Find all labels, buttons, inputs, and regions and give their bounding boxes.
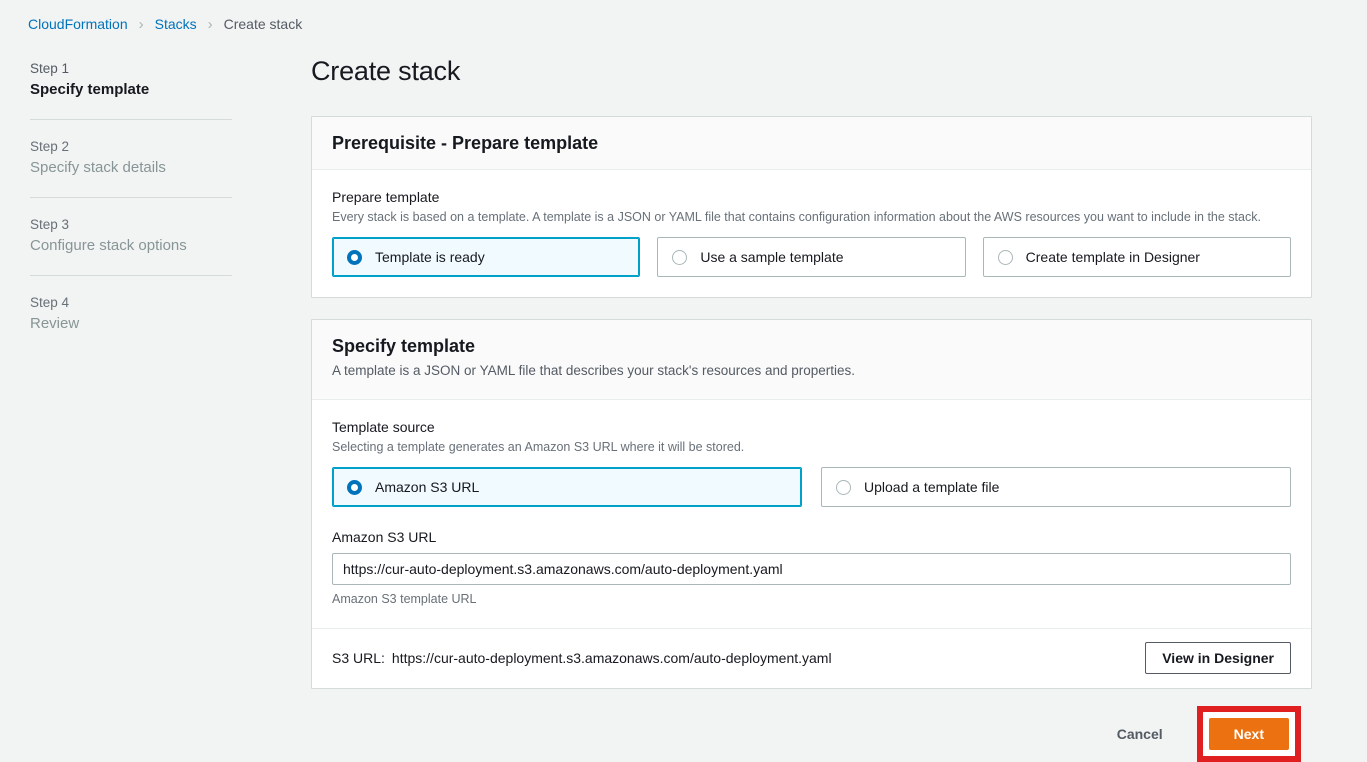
step-4-label: Review [30,314,232,334]
specify-template-card-title: Specify template [332,335,1291,357]
step-1-label: Specify template [30,80,232,100]
designer-row: S3 URL: https://cur-auto-deployment.s3.am… [312,628,1311,688]
prerequisite-card-body: Prepare template Every stack is based on… [312,170,1311,297]
prerequisite-card: Prerequisite - Prepare template Prepare … [311,116,1312,298]
template-source-radio-group: Amazon S3 URL Upload a template file [332,467,1291,507]
radio-tile-template-is-ready-label: Template is ready [375,248,485,266]
amazon-s3-url-label: Amazon S3 URL [332,528,1291,546]
step-2-label: Specify stack details [30,158,232,178]
step-3-number: Step 3 [30,216,232,234]
step-divider [30,119,232,120]
amazon-s3-url-hint: Amazon S3 template URL [332,591,1291,608]
breadcrumb-item-cloudformation[interactable]: CloudFormation [28,16,128,32]
chevron-right-icon: › [139,17,144,32]
radio-tile-amazon-s3-url[interactable]: Amazon S3 URL [332,467,802,507]
breadcrumb-item-stacks[interactable]: Stacks [155,16,197,32]
s3-url-readonly: S3 URL: https://cur-auto-deployment.s3.am… [332,648,832,668]
prerequisite-card-title: Prerequisite - Prepare template [332,132,1291,154]
next-button[interactable]: Next [1209,718,1289,750]
radio-icon-selected[interactable] [347,480,362,495]
radio-tile-create-template-in-designer[interactable]: Create template in Designer [983,237,1291,277]
radio-tile-use-sample-template-label: Use a sample template [700,248,843,266]
step-4-number: Step 4 [30,294,232,312]
s3-url-value: https://cur-auto-deployment.s3.amazonaws… [392,650,832,666]
radio-tile-upload-template-file[interactable]: Upload a template file [821,467,1291,507]
sidebar-step-1[interactable]: Step 1 Specify template [30,60,232,100]
radio-icon-unselected[interactable] [836,480,851,495]
step-divider [30,275,232,276]
specify-template-card: Specify template A template is a JSON or… [311,319,1312,689]
radio-tile-create-template-in-designer-label: Create template in Designer [1026,248,1200,266]
radio-tile-use-sample-template[interactable]: Use a sample template [657,237,965,277]
specify-template-card-subtitle: A template is a JSON or YAML file that d… [332,362,1291,380]
specify-template-card-body: Template source Selecting a template gen… [312,400,1311,628]
template-source-label: Template source [332,418,1291,436]
s3-url-key: S3 URL: [332,650,385,666]
radio-icon-selected[interactable] [347,250,362,265]
step-3-label: Configure stack options [30,236,232,256]
specify-template-card-header: Specify template A template is a JSON or… [312,320,1311,400]
radio-icon-unselected[interactable] [998,250,1013,265]
next-button-annotation-highlight: Next [1197,706,1301,762]
prepare-template-description: Every stack is based on a template. A te… [332,209,1291,226]
page-title: Create stack [311,56,1312,87]
breadcrumb-item-create-stack: Create stack [224,16,303,32]
radio-icon-unselected[interactable] [672,250,687,265]
prepare-template-label: Prepare template [332,188,1291,206]
sidebar-step-3[interactable]: Step 3 Configure stack options [30,216,232,256]
step-2-number: Step 2 [30,138,232,156]
prerequisite-card-header: Prerequisite - Prepare template [312,117,1311,170]
view-in-designer-button[interactable]: View in Designer [1145,642,1291,674]
chevron-right-icon: › [208,17,213,32]
prepare-template-radio-group: Template is ready Use a sample template … [332,237,1291,277]
sidebar-step-2[interactable]: Step 2 Specify stack details [30,138,232,178]
template-source-description: Selecting a template generates an Amazon… [332,439,1291,456]
step-1-number: Step 1 [30,60,232,78]
radio-tile-template-is-ready[interactable]: Template is ready [332,237,640,277]
sidebar-step-4[interactable]: Step 4 Review [30,294,232,334]
amazon-s3-url-input[interactable] [332,553,1291,585]
main-content: Create stack Prerequisite - Prepare temp… [311,56,1312,758]
step-divider [30,197,232,198]
radio-tile-upload-template-file-label: Upload a template file [864,478,999,496]
wizard-step-navigation: Step 1 Specify template Step 2 Specify s… [30,60,232,334]
cancel-button[interactable]: Cancel [1107,718,1173,750]
breadcrumb: CloudFormation › Stacks › Create stack [28,16,302,32]
radio-tile-amazon-s3-url-label: Amazon S3 URL [375,478,479,496]
